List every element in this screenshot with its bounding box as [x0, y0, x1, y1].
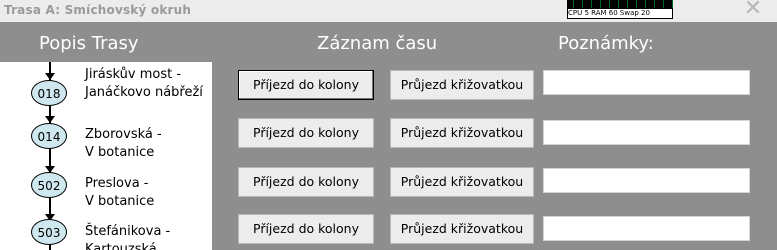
note-field[interactable]	[543, 120, 750, 145]
down-arrow-icon	[45, 73, 55, 80]
system-monitor-widget: CPU 5 RAM 60 Swap 20	[567, 0, 673, 19]
route-diagram: 018 Jiráskův most - Janáčkovo nábřeží 01…	[0, 62, 212, 250]
crossing-button[interactable]: Průjezd křižovatkou	[390, 214, 534, 244]
stop-name-line2: Janáčkovo nábřeží	[85, 85, 203, 100]
arrival-button[interactable]: Příjezd do kolony	[238, 118, 374, 148]
stop-code-bubble: 018	[31, 80, 67, 106]
system-monitor-graphs	[567, 0, 673, 8]
stop-name-line1: Zborovská -	[85, 127, 162, 142]
route-stop: 014 Zborovská - V botanice	[0, 110, 212, 160]
stop-name: Zborovská - V botanice	[85, 126, 212, 162]
route-description-heading: Popis Trasy	[39, 33, 139, 54]
stop-name-line1: Štefánikova -	[85, 224, 171, 239]
down-arrow-icon	[45, 116, 55, 123]
close-icon[interactable]: ✕	[742, 0, 764, 20]
note-field[interactable]	[543, 168, 750, 193]
note-field[interactable]	[543, 216, 750, 241]
time-record-heading: Záznam času	[317, 33, 438, 54]
route-stop: 018 Jiráskův most - Janáčkovo nábřeží	[0, 62, 212, 108]
notes-heading: Poznámky:	[558, 33, 654, 54]
crossing-button[interactable]: Průjezd křižovatkou	[390, 167, 534, 197]
arrival-button[interactable]: Příjezd do kolony	[238, 70, 374, 100]
system-monitor-text: CPU 5 RAM 60 Swap 20	[568, 9, 672, 18]
stop-code-bubble: 502	[31, 172, 67, 198]
window-title: Trasa A: Smíchovský okruh	[4, 3, 192, 17]
route-stop: 503 Štefánikova - Kartouzská	[0, 206, 212, 250]
stop-name: Štefánikova - Kartouzská	[85, 223, 212, 250]
stop-name-line1: Preslova -	[85, 176, 149, 191]
stop-name-line1: Jiráskův most -	[85, 67, 182, 82]
stop-code-bubble: 503	[31, 219, 67, 245]
stop-name: Jiráskův most - Janáčkovo nábřeží	[85, 66, 212, 102]
route-stop: 502 Preslova - V botanice	[0, 158, 212, 209]
stop-code-bubble: 014	[31, 123, 67, 149]
title-bar: Trasa A: Smíchovský okruh CPU 5 RAM 60 S…	[0, 0, 777, 22]
crossing-button[interactable]: Průjezd křižovatkou	[390, 70, 534, 100]
crossing-button[interactable]: Průjezd křižovatkou	[390, 118, 534, 148]
arrival-button[interactable]: Příjezd do kolony	[238, 214, 374, 244]
note-field[interactable]	[543, 70, 750, 95]
stop-name-line2: Kartouzská	[85, 242, 157, 250]
arrival-button[interactable]: Příjezd do kolony	[238, 167, 374, 197]
